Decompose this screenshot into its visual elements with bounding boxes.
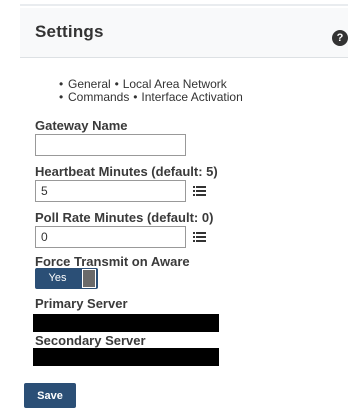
force-transmit-toggle[interactable]: Yes <box>35 268 98 289</box>
list-icon[interactable] <box>193 186 206 196</box>
heartbeat-minutes-input[interactable] <box>35 180 186 202</box>
save-button[interactable]: Save <box>24 383 76 408</box>
secondary-server-redacted <box>33 348 219 366</box>
poll-rate-minutes-label: Poll Rate Minutes (default: 0) <box>35 210 214 225</box>
page-title: Settings <box>35 22 104 41</box>
poll-rate-minutes-input[interactable] <box>35 226 186 248</box>
toggle-knob[interactable] <box>82 269 96 288</box>
nav-link-general[interactable]: General <box>68 77 111 91</box>
secondary-server-label: Secondary Server <box>35 333 146 348</box>
force-transmit-label: Force Transmit on Aware <box>35 254 190 269</box>
primary-server-label: Primary Server <box>35 296 128 311</box>
section-nav: • General • Local Area Network • Commands • In… <box>59 78 243 104</box>
toggle-state-label: Yes <box>48 272 67 284</box>
primary-server-redacted <box>33 314 219 332</box>
top-divider <box>20 4 348 6</box>
heartbeat-minutes-label: Heartbeat Minutes (default: 5) <box>35 164 218 179</box>
nav-row: • Commands • Interface Activation <box>59 91 243 104</box>
nav-link-interface-activation[interactable]: Interface Activation <box>141 90 242 104</box>
nav-link-commands[interactable]: Commands <box>68 90 129 104</box>
bullet-icon: • <box>133 90 138 104</box>
gateway-name-input[interactable] <box>35 134 186 156</box>
list-icon[interactable] <box>193 232 206 242</box>
gateway-name-label: Gateway Name <box>35 118 128 133</box>
question-circle-icon[interactable]: ? <box>332 30 348 46</box>
nav-link-local-area-network[interactable]: Local Area Network <box>123 77 227 91</box>
bullet-icon: • <box>59 90 64 104</box>
settings-panel: Settings ? • General • Local Area Network •… <box>0 0 348 419</box>
header-divider <box>20 57 348 58</box>
